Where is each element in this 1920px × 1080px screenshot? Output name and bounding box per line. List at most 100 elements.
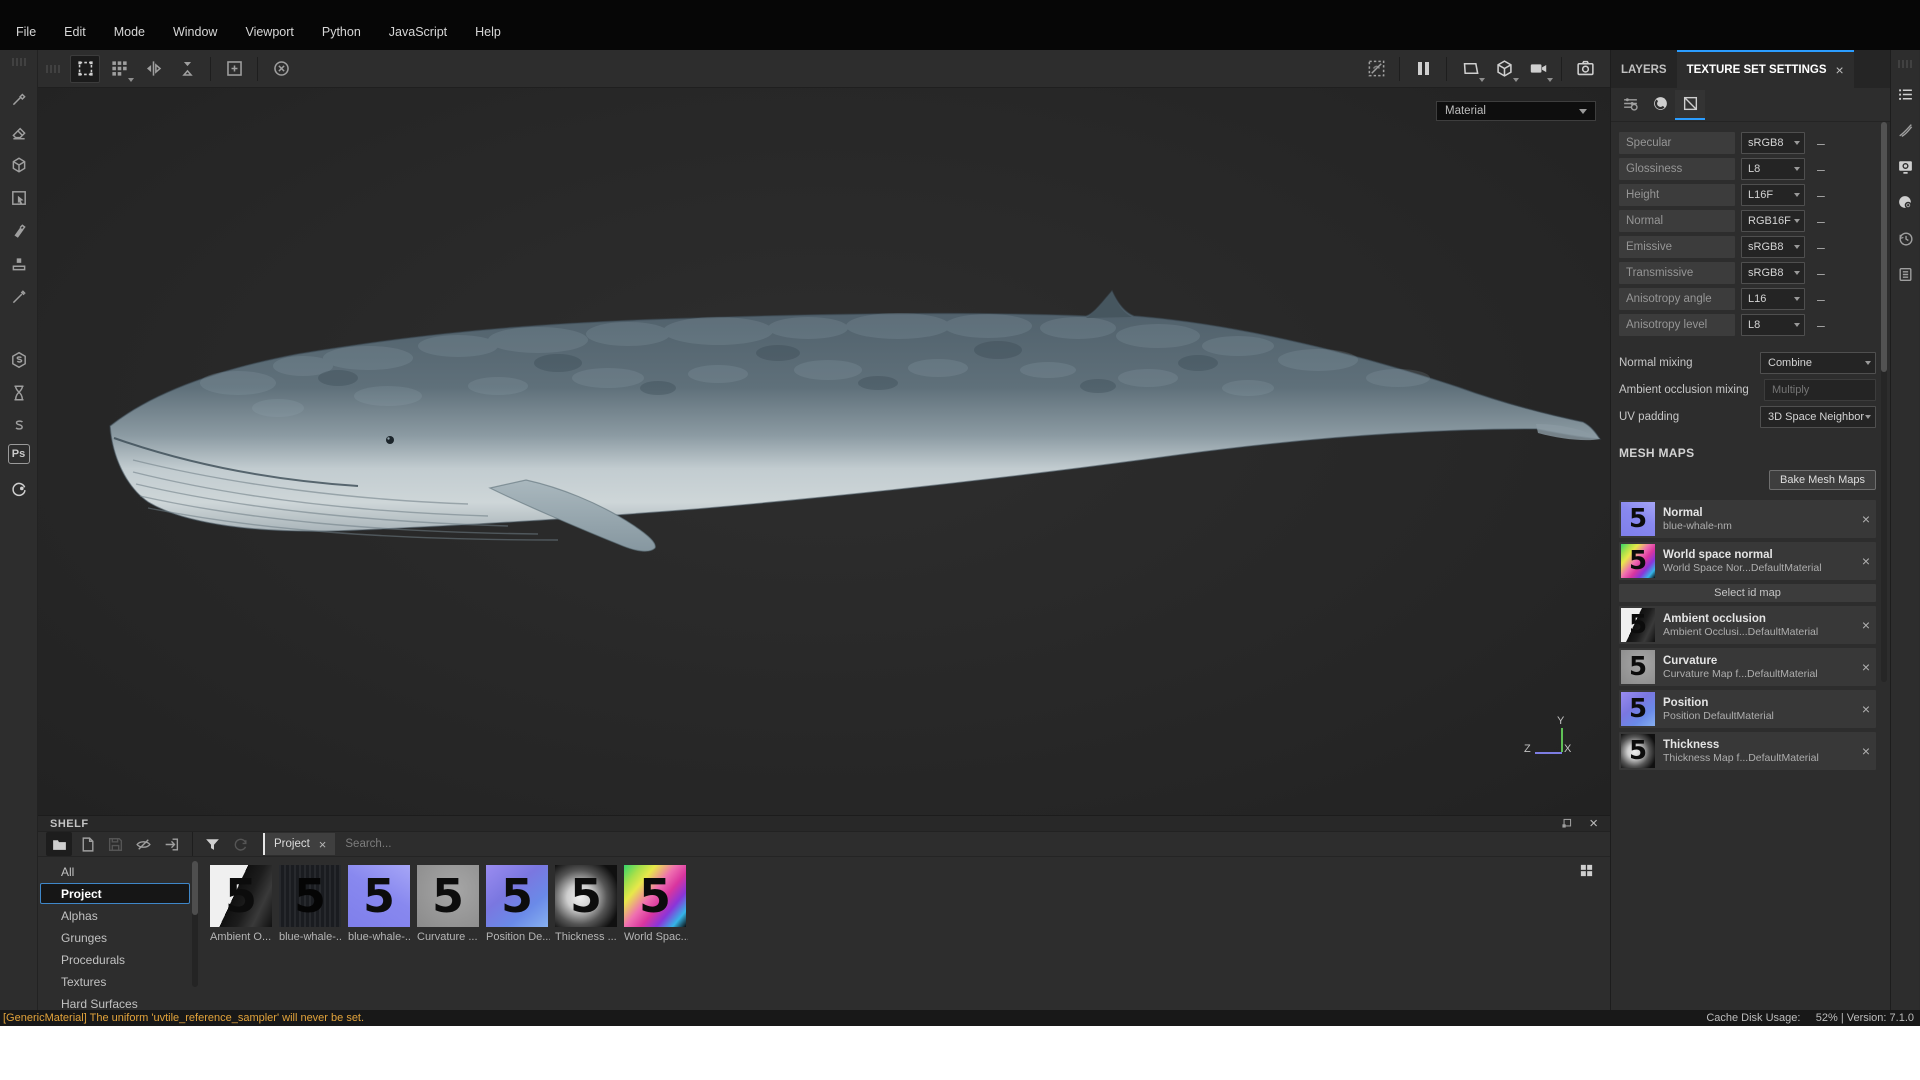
hide-gizmos-button[interactable] [1361, 55, 1391, 83]
uv-grid-button[interactable] [104, 55, 134, 83]
iray-render-button[interactable] [4, 474, 34, 504]
close-icon[interactable]: × [319, 837, 327, 852]
properties-panel-button[interactable] [1893, 82, 1917, 106]
paint-tool-button[interactable] [4, 84, 34, 114]
uv-padding-dropdown[interactable]: 3D Space Neighbor [1760, 406, 1876, 428]
tab-texture-set-settings[interactable]: TEXTURE SET SETTINGS × [1676, 50, 1854, 88]
display-settings-panel-button[interactable] [1893, 154, 1917, 178]
close-icon[interactable]: × [1862, 617, 1870, 633]
menu-mode[interactable]: Mode [100, 19, 159, 48]
eraser-tool-button[interactable] [4, 117, 34, 147]
asset-card[interactable]: 5 blue-whale-... [348, 865, 412, 943]
filter-chip-project[interactable]: Project × [263, 833, 336, 855]
substance-source-button[interactable] [4, 345, 34, 375]
log-panel-button[interactable] [1893, 262, 1917, 286]
channel-format-dropdown[interactable]: sRGB8 [1741, 132, 1805, 154]
shader-settings-panel-button[interactable] [1893, 190, 1917, 214]
close-icon[interactable]: × [1862, 553, 1870, 569]
projection-tool-button[interactable] [4, 150, 34, 180]
close-icon[interactable]: × [1862, 743, 1870, 759]
close-icon[interactable]: × [1589, 816, 1598, 831]
mesh-map-row-normal[interactable]: 5 Normal blue-whale-nm × [1619, 500, 1876, 538]
remove-channel-button[interactable]: – [1817, 136, 1825, 150]
substance-share-button[interactable] [4, 411, 34, 441]
symmetry-x-button[interactable] [138, 55, 168, 83]
shelf-filter-button[interactable] [199, 832, 225, 856]
mesh-map-row-position[interactable]: 5 Position Position DefaultMaterial × [1619, 690, 1876, 728]
shelf-folder-button[interactable] [46, 832, 72, 856]
category-procedurals[interactable]: Procedurals [40, 949, 190, 970]
pause-engine-button[interactable] [1408, 55, 1438, 83]
channel-name-field[interactable]: Emissive [1619, 236, 1735, 258]
remove-channel-button[interactable]: – [1817, 266, 1825, 280]
navigation-gizmo[interactable]: Y Z X [1524, 715, 1590, 771]
channel-name-field[interactable]: Specular [1619, 132, 1735, 154]
close-icon[interactable]: × [1862, 701, 1870, 717]
channel-format-dropdown[interactable]: sRGB8 [1741, 236, 1805, 258]
material-mode-button[interactable] [1489, 55, 1519, 83]
category-project[interactable]: Project [40, 883, 190, 904]
category-grunges[interactable]: Grunges [40, 927, 190, 948]
menu-help[interactable]: Help [461, 19, 515, 48]
photoshop-export-button[interactable]: Ps [7, 444, 30, 464]
toolbar-grip-handle[interactable] [11, 58, 26, 66]
tab-layers[interactable]: LAYERS [1611, 50, 1677, 88]
asset-card[interactable]: 5 Curvature ... [417, 865, 481, 943]
display-settings-button[interactable] [1455, 55, 1485, 83]
normal-mixing-dropdown[interactable]: Combine [1760, 352, 1876, 374]
channel-format-dropdown[interactable]: RGB16F [1741, 210, 1805, 232]
asset-card[interactable]: 5 Ambient O... [210, 865, 274, 943]
channel-name-field[interactable]: Glossiness [1619, 158, 1735, 180]
3d-viewport[interactable]: Material Y Z X [38, 88, 1610, 815]
mesh-map-row-world-space-normal[interactable]: 5 World space normal World Space Nor...D… [1619, 542, 1876, 580]
category-scrollbar[interactable] [192, 861, 198, 987]
close-icon[interactable]: × [1836, 62, 1844, 78]
reset-rotation-button[interactable] [266, 55, 296, 83]
menu-viewport[interactable]: Viewport [231, 19, 307, 48]
asset-card[interactable]: 5 blue-whale-... [279, 865, 343, 943]
menu-javascript[interactable]: JavaScript [375, 19, 461, 48]
shelf-hide-button[interactable] [130, 832, 156, 856]
smudge-tool-button[interactable] [4, 216, 34, 246]
shelf-refresh-button[interactable] [227, 832, 253, 856]
category-hard-surfaces[interactable]: Hard Surfaces [40, 993, 190, 1014]
color-picker-tool-button[interactable] [4, 282, 34, 312]
resources-updater-button[interactable] [4, 378, 34, 408]
remove-channel-button[interactable]: – [1817, 162, 1825, 176]
channel-format-dropdown[interactable]: L8 [1741, 158, 1805, 180]
mesh-map-row-ambient-occlusion[interactable]: 5 Ambient occlusion Ambient Occlusi...De… [1619, 606, 1876, 644]
category-all[interactable]: All [40, 861, 190, 882]
asset-card[interactable]: 5 World Spac... [624, 865, 688, 943]
material-sphere-button[interactable] [1645, 90, 1675, 120]
polygon-fill-tool-button[interactable] [4, 183, 34, 213]
menu-edit[interactable]: Edit [50, 19, 100, 48]
shelf-import-button[interactable] [158, 832, 184, 856]
remove-channel-button[interactable]: – [1817, 188, 1825, 202]
category-textures[interactable]: Textures [40, 971, 190, 992]
search-input[interactable] [345, 838, 1602, 850]
menu-window[interactable]: Window [159, 19, 231, 48]
channel-format-dropdown[interactable]: L16F [1741, 184, 1805, 206]
viewport-material-dropdown[interactable]: Material [1436, 101, 1596, 121]
shelf-save-button[interactable] [102, 832, 128, 856]
mesh-map-row-curvature[interactable]: 5 Curvature Curvature Map f...DefaultMat… [1619, 648, 1876, 686]
screenshot-button[interactable] [1570, 55, 1600, 83]
uv-settings-button[interactable] [1675, 89, 1705, 120]
grid-view-toggle[interactable] [1579, 863, 1594, 883]
select-id-map-button[interactable]: Select id map [1619, 584, 1876, 602]
channel-format-dropdown[interactable]: sRGB8 [1741, 262, 1805, 284]
panel-scrollbar[interactable] [1881, 122, 1887, 682]
close-icon[interactable]: × [1862, 659, 1870, 675]
asset-card[interactable]: 5 Thickness ... [555, 865, 619, 943]
remove-channel-button[interactable]: – [1817, 318, 1825, 332]
channels-settings-button[interactable] [1615, 90, 1645, 120]
channel-format-dropdown[interactable]: L16 [1741, 288, 1805, 310]
focus-camera-button[interactable] [219, 55, 249, 83]
bake-mesh-maps-button[interactable]: Bake Mesh Maps [1769, 470, 1876, 490]
mesh-map-row-thickness[interactable]: 5 Thickness Thickness Map f...DefaultMat… [1619, 732, 1876, 770]
camera-mode-button[interactable] [1523, 55, 1553, 83]
toolbar-grip-handle[interactable] [1898, 60, 1912, 68]
toolbar-grip-handle[interactable] [46, 64, 60, 73]
channel-name-field[interactable]: Height [1619, 184, 1735, 206]
symmetry-y-button[interactable] [172, 55, 202, 83]
